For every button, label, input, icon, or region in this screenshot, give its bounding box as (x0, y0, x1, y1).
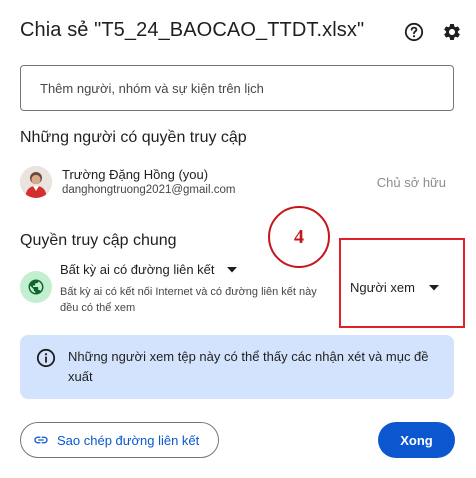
general-access-description: Bất kỳ ai có kết nối Internet và có đườn… (60, 286, 317, 314)
done-label: Xong (400, 432, 433, 448)
role-value: Người xem (350, 280, 415, 295)
chevron-down-icon (428, 284, 439, 291)
info-icon (36, 348, 56, 368)
general-access-heading: Quyền truy cập chung (20, 232, 177, 249)
help-button[interactable] (402, 20, 426, 44)
copy-link-button[interactable]: Sao chép đường liên kết (20, 422, 219, 458)
owner-role-label: Chủ sở hữu (376, 175, 446, 190)
globe-badge (20, 271, 52, 303)
gear-icon (442, 22, 462, 42)
done-button[interactable]: Xong (378, 422, 455, 458)
user-name: Trường Đặng Hồng (you) (62, 167, 209, 182)
dialog-title: Chia sẻ "T5_24_BAOCAO_TTDT.xlsx" (20, 19, 365, 41)
link-icon (33, 432, 49, 448)
step-number-annotation: 4 (268, 206, 330, 268)
info-banner: Những người xem tệp này có thể thấy các … (20, 335, 454, 399)
user-email: danghongtruong2021@gmail.com (62, 184, 236, 196)
globe-icon (27, 278, 45, 296)
people-with-access-heading: Những người có quyền truy cập (20, 129, 247, 146)
add-people-input[interactable]: Thêm người, nhóm và sự kiện trên lịch (20, 65, 454, 111)
copy-link-label: Sao chép đường liên kết (57, 432, 200, 448)
general-access-dropdown[interactable]: Bất kỳ ai có đường liên kết (60, 262, 237, 277)
settings-button[interactable] (440, 20, 464, 44)
general-access-value: Bất kỳ ai có đường liên kết (60, 262, 215, 277)
chevron-down-icon (226, 267, 237, 273)
add-people-placeholder: Thêm người, nhóm và sự kiện trên lịch (40, 80, 264, 96)
help-circle-icon (404, 22, 424, 42)
avatar (20, 166, 52, 198)
role-dropdown[interactable]: Người xem (350, 280, 439, 295)
info-banner-text: Những người xem tệp này có thể thấy các … (68, 349, 429, 384)
